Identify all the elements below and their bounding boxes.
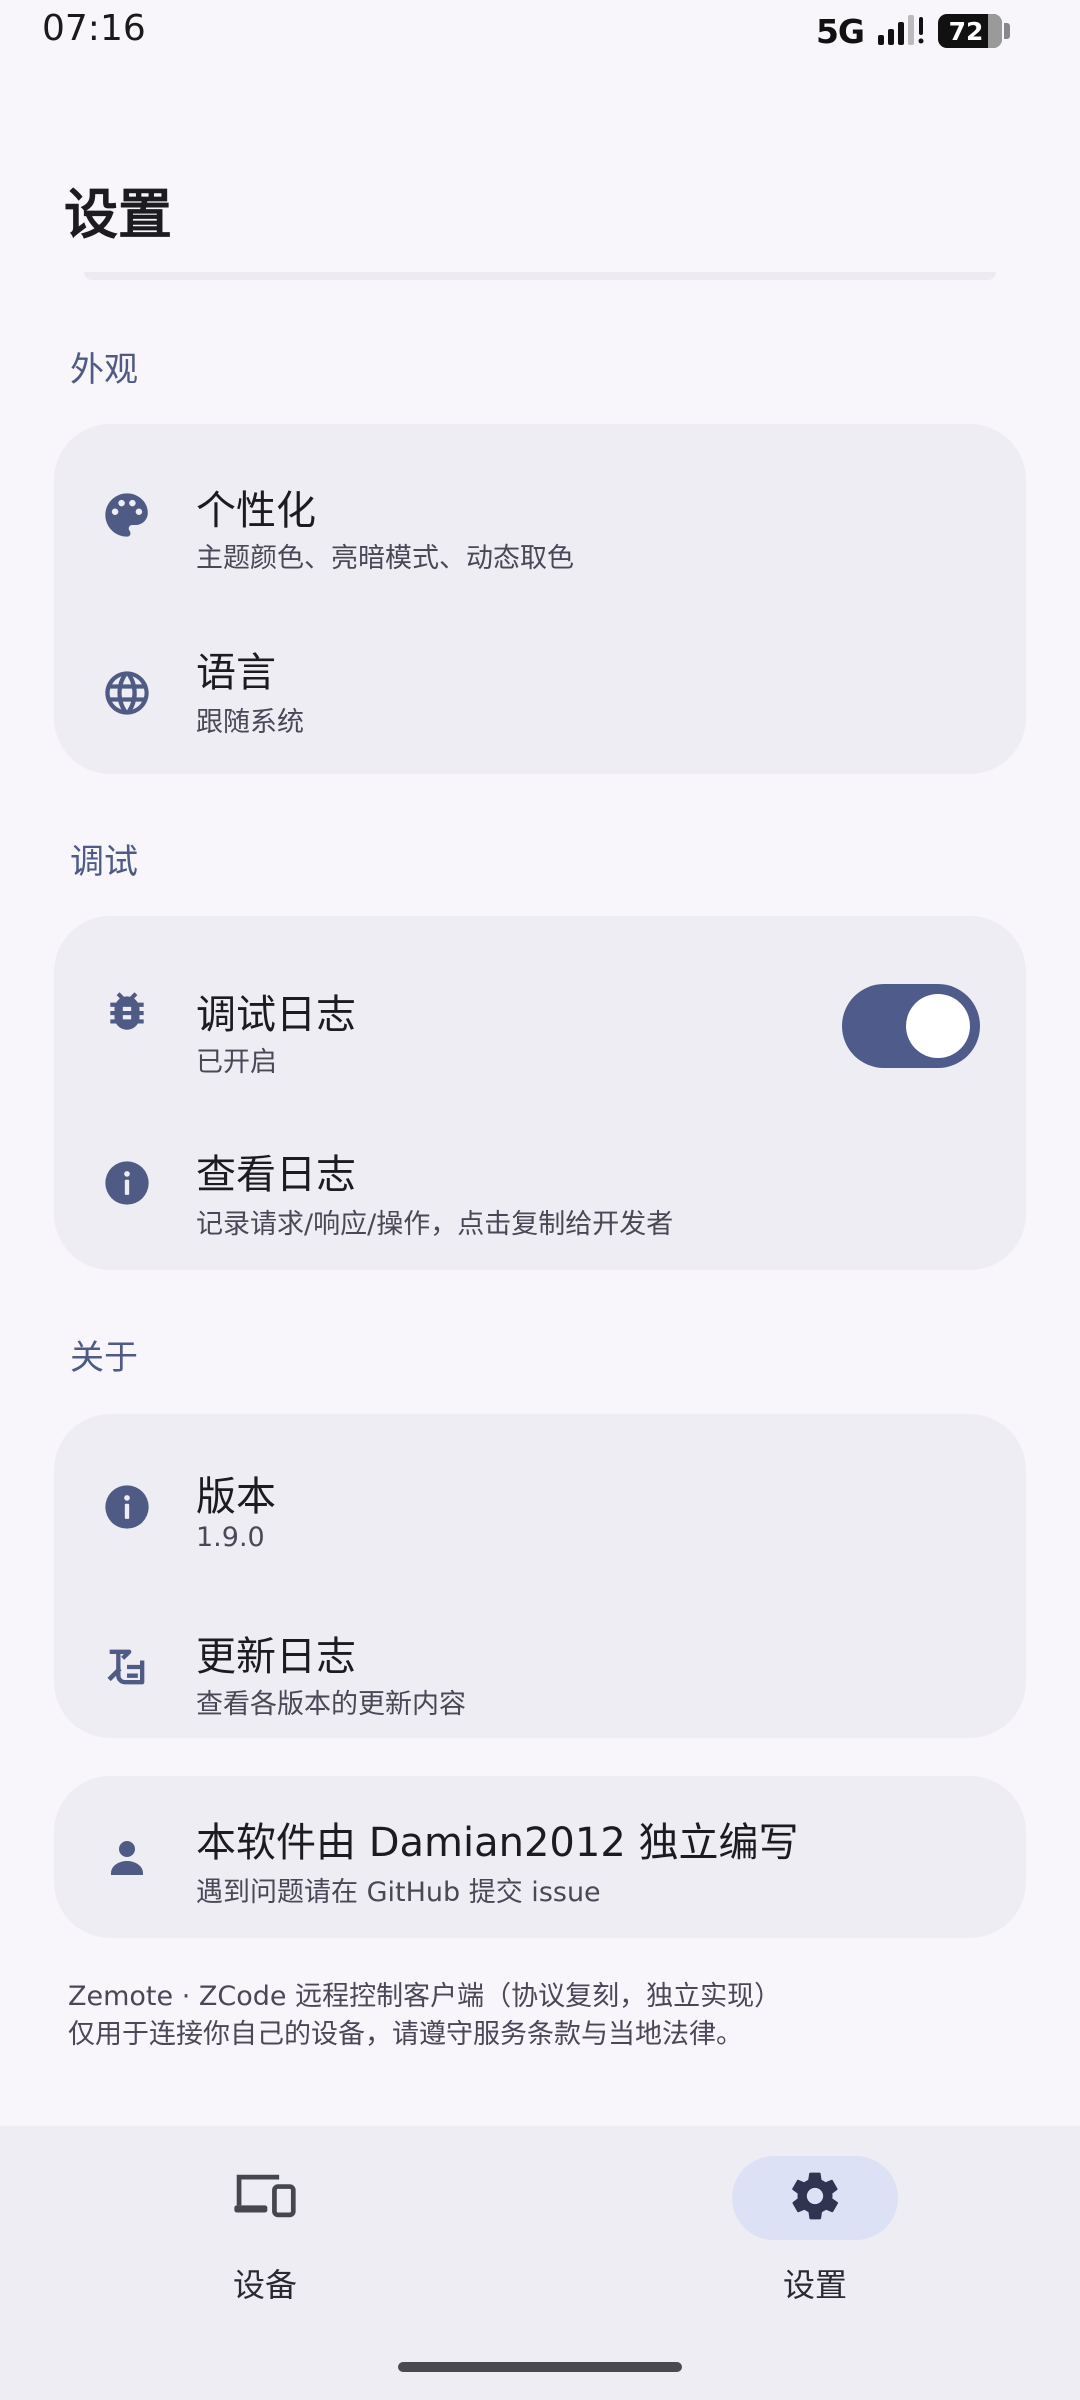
section-label-debug: 调试	[70, 842, 138, 882]
debug-card: 调试日志 已开启 查看日志 记录请求/响应/操作，点击复制给开发者	[54, 916, 1026, 1270]
item-subtitle: 1.9.0	[196, 1522, 265, 1553]
toggle-knob	[906, 994, 970, 1058]
author-subtitle: 遇到问题请在 GitHub 提交 issue	[196, 1877, 601, 1908]
item-subtitle: 主题颜色、亮暗模式、动态取色	[196, 543, 574, 574]
section-label-appearance: 外观	[70, 350, 138, 390]
item-title: 语言	[196, 650, 276, 696]
about-card: 版本 1.9.0 更新日志 查看各版本的更新内容	[54, 1414, 1026, 1738]
item-subtitle: 跟随系统	[196, 707, 304, 738]
nav-pill	[182, 2156, 348, 2240]
item-title: 版本	[196, 1474, 276, 1520]
settings-item-language[interactable]: 语言 跟随系统	[54, 604, 1026, 764]
globe-icon	[100, 666, 154, 720]
info-icon	[100, 1156, 154, 1210]
footer-disclaimer: Zemote · ZCode 远程控制客户端（协议复刻，独立实现） 仅用于连接你…	[68, 1978, 781, 2054]
item-subtitle: 查看各版本的更新内容	[196, 1689, 466, 1720]
debug-log-toggle[interactable]	[842, 984, 980, 1068]
gesture-handle[interactable]	[398, 2362, 682, 2372]
network-type: 5G	[815, 11, 865, 51]
settings-item-view-logs[interactable]: 查看日志 记录请求/响应/操作，点击复制给开发者	[54, 1098, 1026, 1258]
nav-pill-active	[732, 2156, 898, 2240]
battery-level: 72	[948, 16, 984, 46]
settings-item-changelog[interactable]: 更新日志 查看各版本的更新内容	[54, 1586, 1026, 1746]
status-bar: 07:16 5G 72	[0, 0, 1080, 60]
item-subtitle: 记录请求/响应/操作，点击复制给开发者	[196, 1209, 674, 1240]
status-time: 07:16	[42, 8, 146, 49]
footer-line-2: 仅用于连接你自己的设备，请遵守服务条款与当地法律。	[68, 2019, 743, 2050]
scroll-edge	[84, 272, 996, 280]
item-title: 个性化	[196, 488, 316, 534]
devices-icon	[232, 2170, 298, 2226]
gear-icon	[787, 2168, 843, 2228]
nav-item-settings[interactable]: 设置	[732, 2156, 952, 2316]
item-title: 更新日志	[196, 1634, 356, 1680]
settings-item-personalization[interactable]: 个性化 主题颜色、亮暗模式、动态取色	[54, 438, 1026, 598]
person-icon	[100, 1830, 154, 1884]
nav-label: 设备	[232, 2266, 297, 2304]
palette-icon	[100, 488, 154, 542]
nav-item-devices[interactable]: 设备	[182, 2156, 402, 2316]
author-card[interactable]: 本软件由 Damian2012 独立编写 遇到问题请在 GitHub 提交 is…	[54, 1776, 1026, 1938]
info-icon	[100, 1480, 154, 1534]
item-subtitle: 已开启	[196, 1047, 277, 1078]
footer-line-1: Zemote · ZCode 远程控制客户端（协议复刻，独立实现）	[68, 1981, 782, 2012]
status-icons: 5G 72	[815, 11, 1010, 51]
appearance-card: 个性化 主题颜色、亮暗模式、动态取色 语言 跟随系统	[54, 424, 1026, 774]
signal-icon	[876, 13, 926, 49]
item-title: 调试日志	[196, 992, 356, 1038]
page-title: 设置	[64, 183, 172, 246]
battery-icon: 72	[938, 14, 1010, 48]
settings-item-version[interactable]: 版本 1.9.0	[54, 1428, 1026, 1588]
settings-item-debug-log[interactable]: 调试日志 已开启	[54, 930, 1026, 1090]
section-label-about: 关于	[70, 1338, 138, 1378]
author-title: 本软件由 Damian2012 独立编写	[196, 1820, 799, 1866]
bug-icon	[100, 984, 154, 1038]
bottom-navigation: 设备 设置	[0, 2126, 1080, 2400]
item-title: 查看日志	[196, 1152, 356, 1198]
changelog-icon	[100, 1640, 154, 1694]
nav-label: 设置	[782, 2266, 847, 2304]
